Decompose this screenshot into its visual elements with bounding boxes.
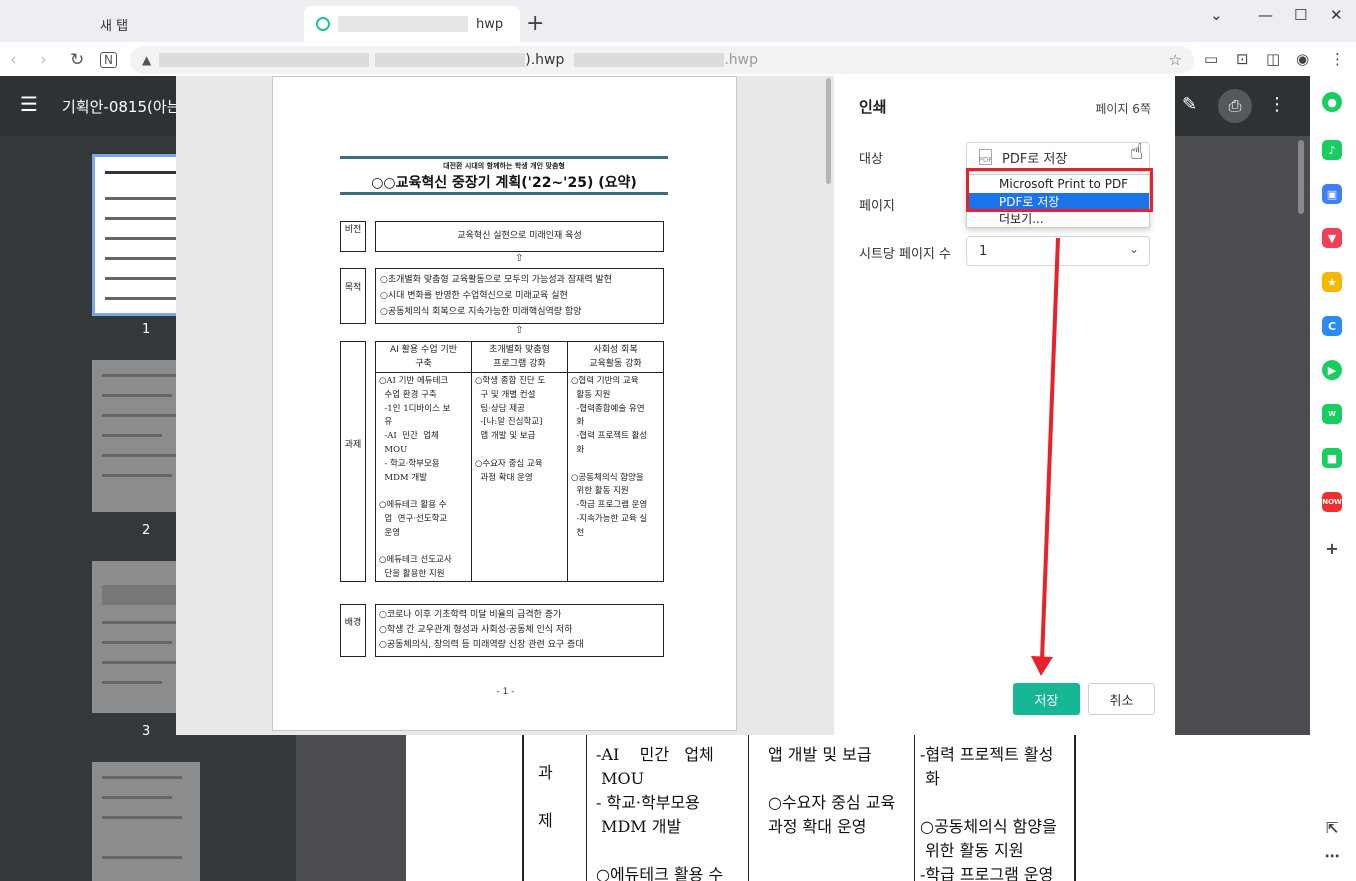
annotation-arrow: [1031, 237, 1060, 676]
